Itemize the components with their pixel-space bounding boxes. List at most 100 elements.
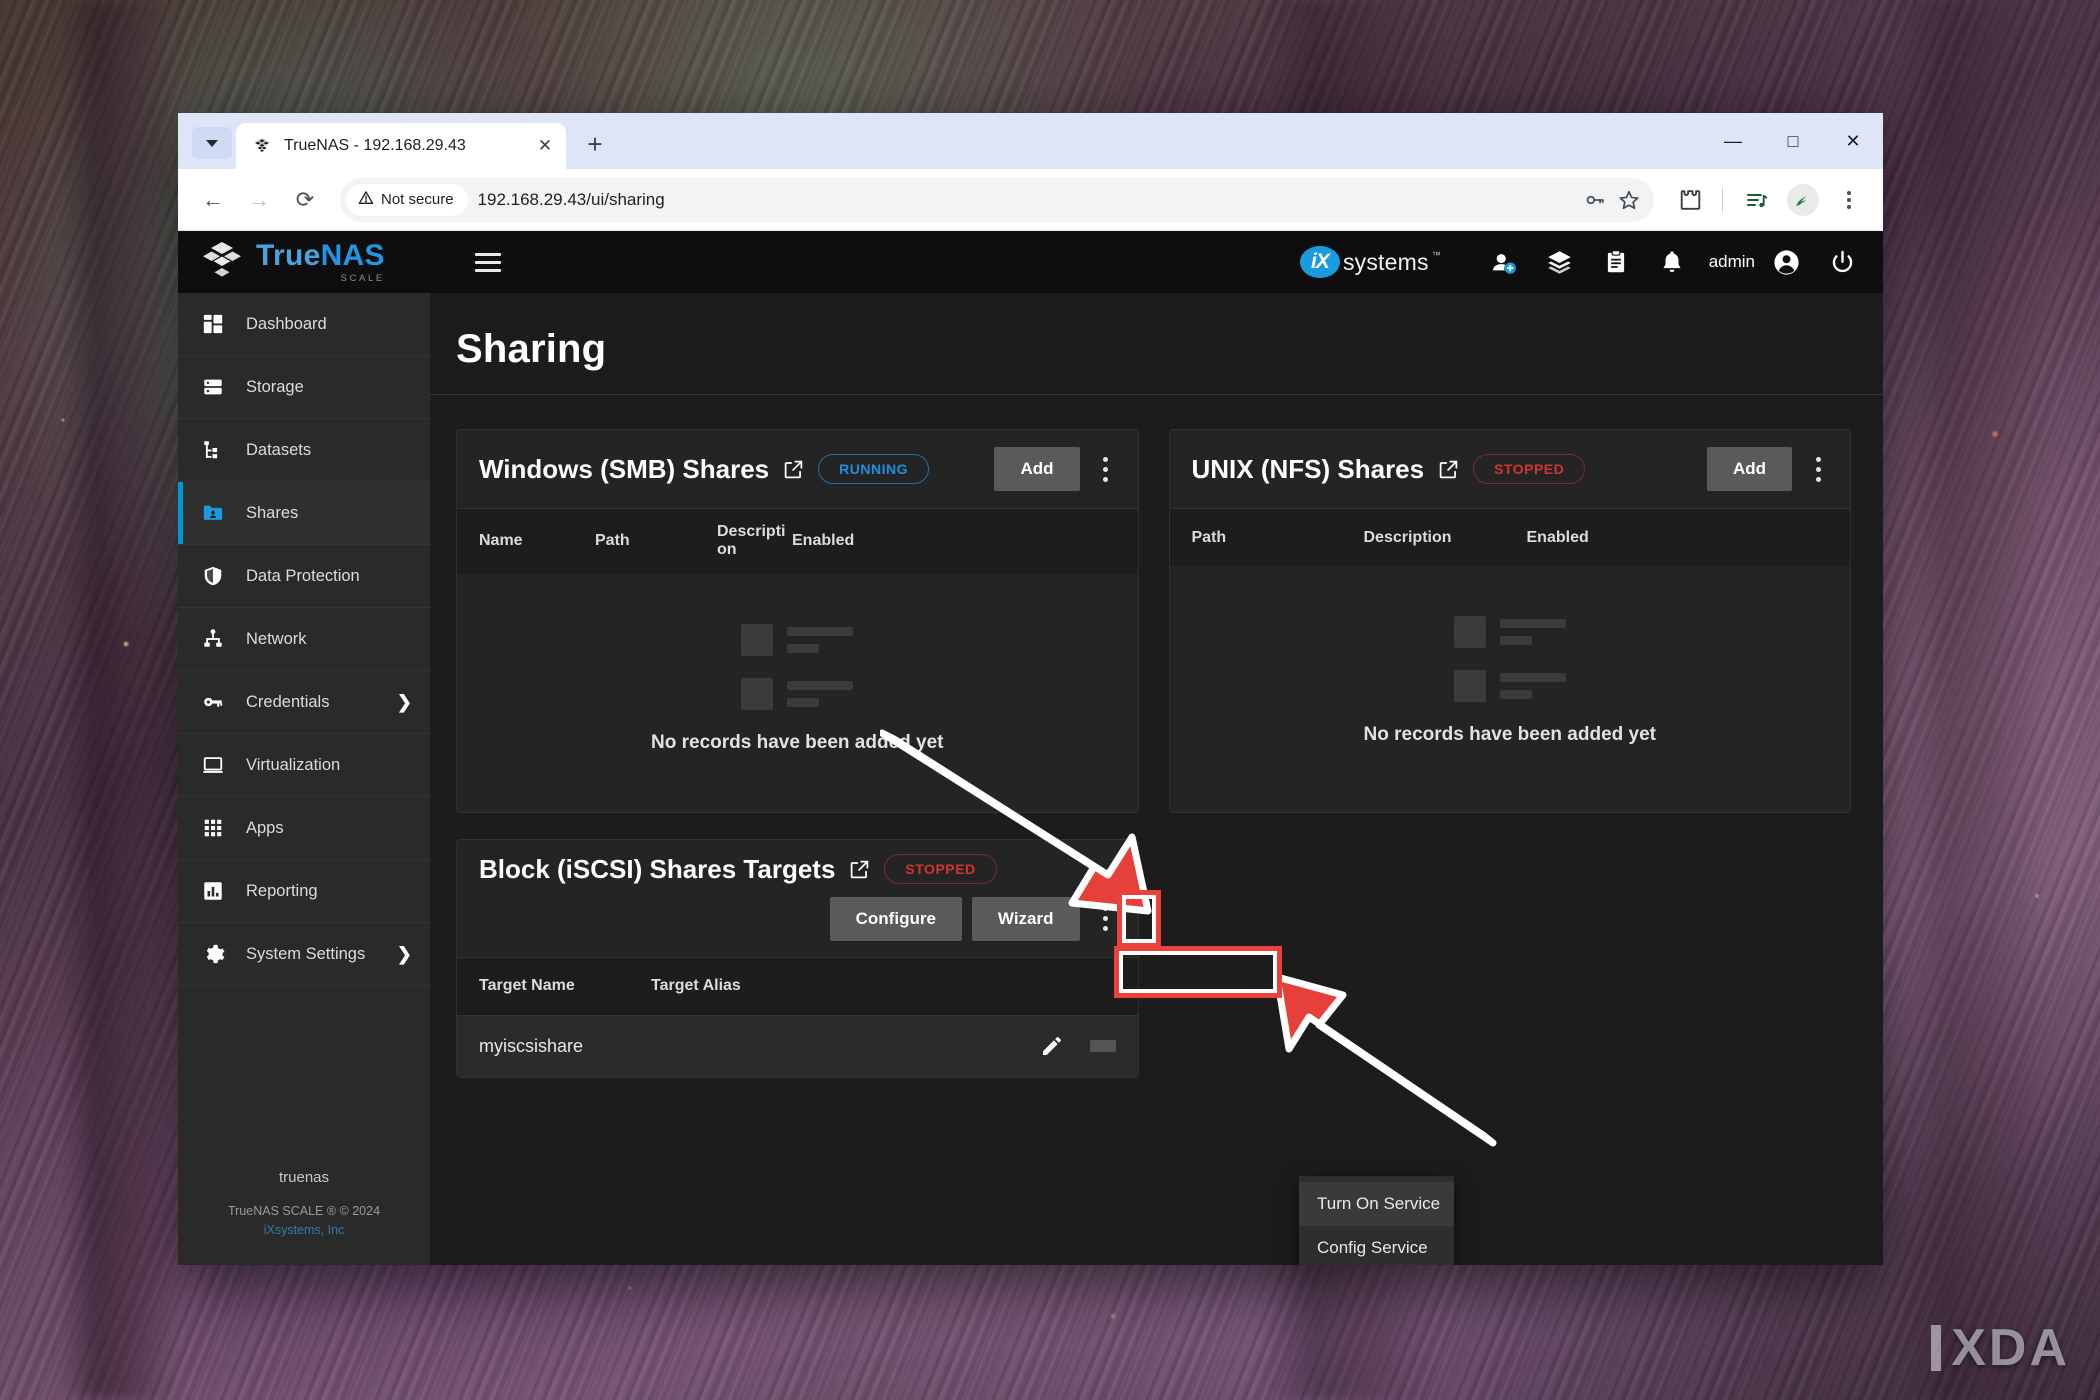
sidebar-item-storage[interactable]: Storage	[178, 356, 430, 419]
address-bar[interactable]: Not secure 192.168.29.43/ui/sharing	[340, 177, 1654, 222]
shares-folder-icon	[200, 500, 226, 526]
menu-item-turn-on-service[interactable]: Turn On Service	[1299, 1182, 1454, 1226]
smb-card-header: Windows (SMB) Shares RUNNING Add	[457, 430, 1138, 508]
browser-window: TrueNAS - 192.168.29.43 ✕ + — □ ✕ ← → ⟳ …	[178, 113, 1883, 1265]
sidebar-item-label: Network	[246, 629, 307, 648]
sidebar-item-network[interactable]: Network	[178, 608, 430, 671]
smb-card-actions: Add	[994, 447, 1121, 491]
shield-icon	[200, 563, 226, 589]
truenas-logo[interactable]: TrueNAS SCALE	[200, 240, 452, 285]
window-close-button[interactable]: ✕	[1823, 113, 1883, 169]
stack-layers-icon[interactable]	[1541, 243, 1579, 281]
nfs-status-badge: STOPPED	[1473, 454, 1586, 484]
menu-item-config-service[interactable]: Config Service	[1299, 1226, 1454, 1265]
add-user-icon[interactable]	[1485, 243, 1523, 281]
nfs-empty-state: No records have been added yet	[1170, 566, 1851, 804]
browser-tab-title: TrueNAS - 192.168.29.43	[284, 137, 466, 154]
pencil-edit-icon[interactable]	[1040, 1034, 1064, 1058]
bell-alerts-icon[interactable]	[1653, 243, 1691, 281]
tab-close-icon[interactable]: ✕	[532, 133, 558, 159]
ix-badge: iX	[1299, 246, 1340, 278]
smb-three-dot-menu-icon[interactable]	[1090, 447, 1122, 491]
page-title: Sharing	[456, 327, 607, 371]
app-body: Dashboard Storage Datasets Shares Data P…	[178, 293, 1883, 1265]
open-in-new-icon[interactable]	[849, 859, 870, 880]
sidebar-vendor-link[interactable]: iXsystems, Inc	[194, 1223, 414, 1237]
nfs-add-button[interactable]: Add	[1706, 447, 1792, 491]
watermark-bar	[1931, 1325, 1942, 1371]
forward-button[interactable]: →	[238, 179, 280, 221]
browser-menu-three-dot-icon[interactable]	[1829, 180, 1869, 220]
sidebar-item-label: System Settings	[246, 944, 366, 963]
logo-text-true: True	[256, 238, 321, 272]
new-tab-button[interactable]: +	[576, 125, 614, 163]
ixsystems-logo: iX systems ™	[1299, 246, 1441, 278]
back-button[interactable]: ←	[192, 179, 234, 221]
power-icon[interactable]	[1823, 243, 1861, 281]
sidebar-item-credentials[interactable]: Credentials ❯	[178, 671, 430, 734]
iscsi-configure-button[interactable]: Configure	[829, 896, 962, 941]
smb-add-button[interactable]: Add	[994, 447, 1080, 491]
chevron-right-icon: ❯	[396, 691, 412, 712]
tab-search-chevron-down-icon[interactable]	[192, 127, 232, 159]
sidebar-item-label: Virtualization	[246, 755, 341, 774]
sidebar-item-shares[interactable]: Shares	[178, 482, 430, 545]
warning-triangle-icon	[358, 190, 374, 210]
placeholder-skeleton	[1453, 616, 1566, 702]
nfs-shares-card: UNIX (NFS) Shares STOPPED Add Path Descr…	[1168, 429, 1851, 813]
table-row[interactable]: myiscsishare	[457, 1014, 1138, 1077]
iscsi-card-title: Block (iSCSI) Shares Targets	[479, 853, 836, 884]
smb-status-badge: RUNNING	[818, 454, 929, 484]
profile-avatar-icon[interactable]	[1783, 180, 1823, 220]
sidebar-item-virtualization[interactable]: Virtualization	[178, 734, 430, 797]
key-icon	[200, 689, 226, 715]
iscsi-card-header: Block (iSCSI) Shares Targets STOPPED Con…	[457, 840, 1138, 957]
extensions-puzzle-piece-icon[interactable]	[1670, 180, 1710, 220]
sidebar-item-label: Data Protection	[246, 566, 360, 585]
xda-watermark: XDA	[1931, 1318, 2070, 1378]
row-toggle-placeholder[interactable]	[1089, 1040, 1116, 1053]
ix-trademark: ™	[1431, 250, 1441, 260]
open-in-new-icon[interactable]	[783, 459, 804, 480]
column-header-path: Path	[1191, 528, 1227, 546]
reload-button[interactable]: ⟳	[284, 179, 326, 221]
browser-tab[interactable]: TrueNAS - 192.168.29.43 ✕	[236, 123, 566, 169]
nfs-three-dot-menu-icon[interactable]	[1802, 447, 1834, 491]
smb-shares-card: Windows (SMB) Shares RUNNING Add Name Pa…	[456, 429, 1139, 813]
sidebar-item-system-settings[interactable]: System Settings ❯	[178, 923, 430, 986]
sidebar-item-dashboard[interactable]: Dashboard	[178, 293, 430, 356]
iscsi-wizard-button[interactable]: Wizard	[971, 896, 1080, 941]
window-minimize-button[interactable]: —	[1703, 113, 1763, 169]
iscsi-service-dropdown-menu: Turn On Service Config Service	[1299, 1176, 1454, 1265]
star-icon[interactable]	[1612, 183, 1646, 217]
clipboard-jobs-icon[interactable]	[1597, 243, 1635, 281]
username-label: admin	[1708, 252, 1755, 271]
open-in-new-icon[interactable]	[1438, 459, 1459, 480]
sidebar-item-reporting[interactable]: Reporting	[178, 860, 430, 923]
column-header-name: Name	[479, 532, 523, 550]
monitor-icon	[200, 752, 226, 778]
hamburger-menu-icon[interactable]	[466, 240, 510, 284]
sidebar-footer: truenas TrueNAS SCALE ® © 2024 iXsystems…	[178, 1169, 430, 1265]
sidebar-copyright: TrueNAS SCALE ® © 2024	[227, 1204, 381, 1218]
window-controls: — □ ✕	[1703, 113, 1883, 169]
gear-icon	[200, 941, 226, 967]
smb-empty-text: No records have been added yet	[651, 731, 944, 753]
watermark-text: XDA	[1951, 1319, 2070, 1377]
sidebar-item-label: Credentials	[246, 692, 330, 711]
window-maximize-button[interactable]: □	[1763, 113, 1823, 169]
truenas-web-ui: TrueNAS SCALE iX systems ™ admin Dashboa…	[178, 231, 1883, 1265]
smb-empty-state: No records have been added yet	[457, 574, 1138, 812]
reading-list-playlist-icon[interactable]	[1737, 180, 1777, 220]
iscsi-three-dot-menu-icon[interactable]	[1090, 897, 1122, 941]
sidebar-item-datasets[interactable]: Datasets	[178, 419, 430, 482]
security-status-chip[interactable]: Not secure	[346, 183, 468, 216]
security-status-label: Not secure	[381, 191, 454, 208]
sidebar-item-data-protection[interactable]: Data Protection	[178, 545, 430, 608]
account-circle-icon[interactable]	[1767, 243, 1805, 281]
key-icon[interactable]	[1578, 183, 1612, 217]
column-header-target-name: Target Name	[479, 977, 575, 995]
sidebar-item-apps[interactable]: Apps	[178, 797, 430, 860]
sidebar-item-label: Apps	[246, 818, 284, 837]
